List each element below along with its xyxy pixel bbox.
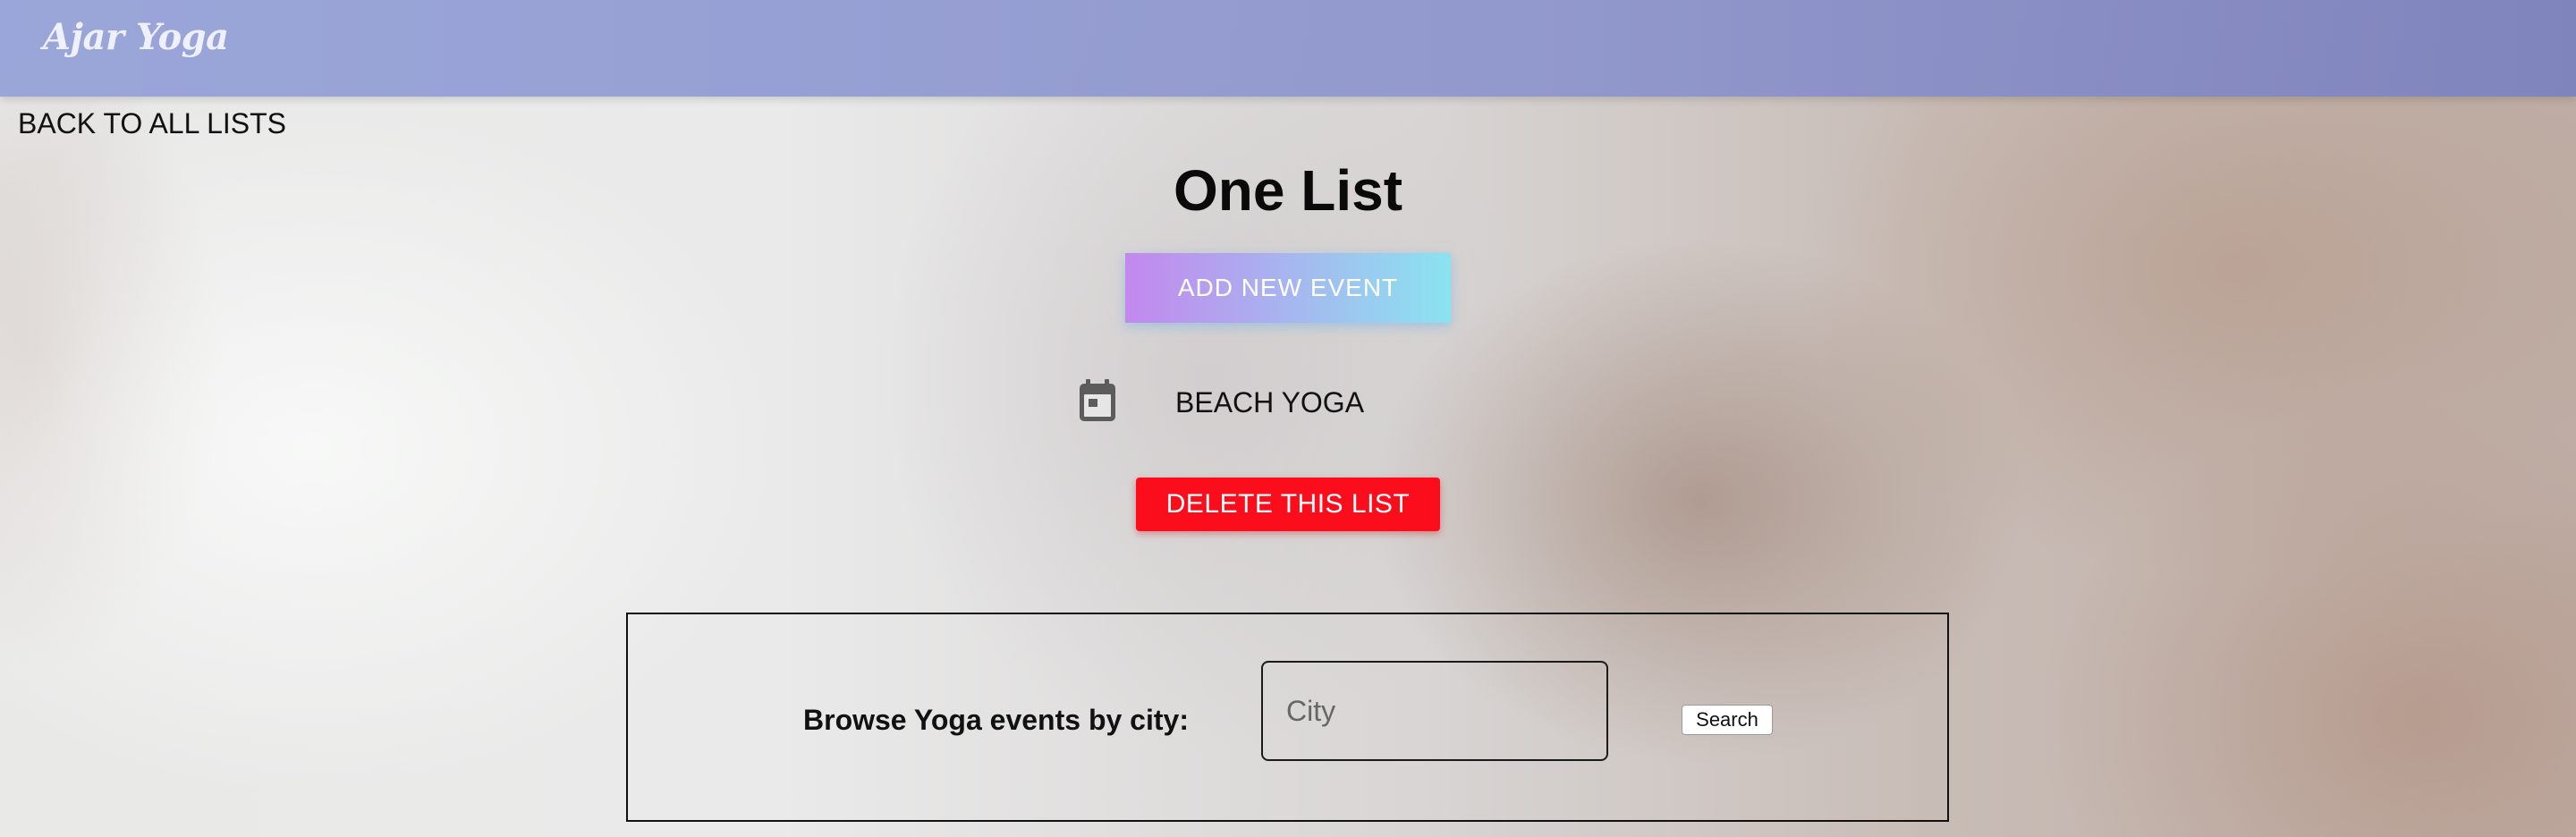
city-input[interactable]: [1261, 661, 1608, 761]
page-title: One List: [1173, 158, 1403, 223]
city-search-panel: Browse Yoga events by city: Search: [626, 613, 1949, 822]
top-navbar: Ajar Yoga: [0, 0, 2576, 97]
calendar-icon: [1078, 379, 1117, 422]
event-name[interactable]: BEACH YOGA: [1175, 386, 1364, 419]
search-label: Browse Yoga events by city:: [803, 704, 1189, 736]
search-button[interactable]: Search: [1682, 705, 1773, 735]
back-to-all-lists-link[interactable]: BACK TO ALL LISTS: [18, 107, 286, 140]
delete-list-button[interactable]: DELETE THIS LIST: [1136, 478, 1440, 531]
list-item[interactable]: BEACH YOGA: [1073, 376, 1503, 429]
add-new-event-button[interactable]: ADD NEW EVENT: [1125, 253, 1451, 323]
brand-logo[interactable]: Ajar Yoga: [43, 16, 229, 58]
